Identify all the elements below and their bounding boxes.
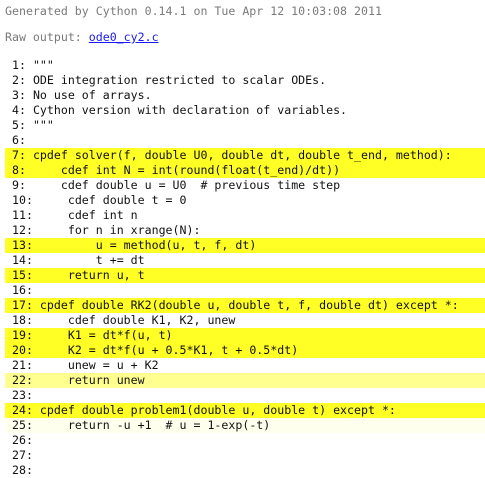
generated-by-text: Generated by Cython 0.14.1 on Tue Apr 12… [5,4,382,18]
source-line[interactable]: 15: return u, t [5,268,485,283]
source-line[interactable]: 24: cpdef double problem1(double u, doub… [5,403,485,418]
source-line[interactable]: 5: """ [5,118,485,133]
source-line[interactable]: 3: No use of arrays. [5,88,485,103]
source-line[interactable]: 13: u = method(u, t, f, dt) [5,238,485,253]
source-line[interactable]: 9: cdef double u = U0 # previous time st… [5,178,485,193]
source-line[interactable]: 11: cdef int n [5,208,485,223]
source-line[interactable]: 20: K2 = dt*f(u + 0.5*K1, t + 0.5*dt) [5,343,485,358]
raw-output-label: Raw output: [5,30,89,44]
source-line[interactable]: 26: [5,433,485,448]
raw-output: Raw output: ode0_cy2.c [5,30,159,45]
source-line[interactable]: 12: for n in xrange(N): [5,223,485,238]
source-line[interactable]: 8: cdef int N = int(round(float(t_end)/d… [5,163,485,178]
source-line[interactable]: 23: [5,388,485,403]
source-line[interactable]: 1: """ [5,58,485,73]
source-line[interactable]: 7: cpdef solver(f, double U0, double dt,… [5,148,485,163]
source-line[interactable]: 22: return unew [5,373,485,388]
source-line[interactable]: 17: cpdef double RK2(double u, double t,… [5,298,485,313]
source-line[interactable]: 16: [5,283,485,298]
source-line[interactable]: 28: [5,463,485,478]
source-line[interactable]: 19: K1 = dt*f(u, t) [5,328,485,343]
source-line[interactable]: 27: [5,448,485,463]
source-line[interactable]: 2: ODE integration restricted to scalar … [5,73,485,88]
raw-output-link[interactable]: ode0_cy2.c [89,30,159,44]
source-line[interactable]: 10: cdef double t = 0 [5,193,485,208]
annotated-source: 1: """ 2: ODE integration restricted to s… [5,58,485,478]
source-line[interactable]: 18: cdef double K1, K2, unew [5,313,485,328]
source-line[interactable]: 14: t += dt [5,253,485,268]
source-line[interactable]: 25: return -u +1 # u = 1-exp(-t) [5,418,485,433]
source-line[interactable]: 6: [5,133,485,148]
source-line[interactable]: 21: unew = u + K2 [5,358,485,373]
source-line[interactable]: 4: Cython version with declaration of va… [5,103,485,118]
